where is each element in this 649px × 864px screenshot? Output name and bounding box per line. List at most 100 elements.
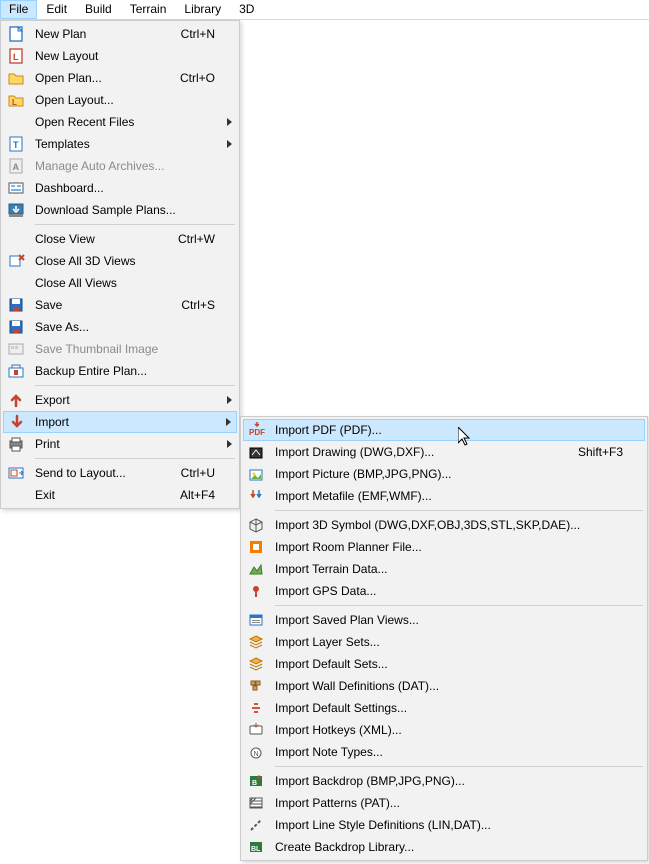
saveas-icon — [3, 316, 29, 338]
menu-item-label: New Layout — [29, 49, 223, 63]
menu-item-shortcut: Ctrl+O — [180, 71, 223, 85]
fileMenu-templates[interactable]: Templates — [3, 133, 237, 155]
menubar: FileEditBuildTerrainLibrary3D — [0, 0, 649, 20]
importMenu-import-saved-plan-views[interactable]: Import Saved Plan Views... — [243, 609, 645, 631]
menubar-3d[interactable]: 3D — [230, 0, 263, 19]
fileMenu-backup-entire-plan[interactable]: Backup Entire Plan... — [3, 360, 237, 382]
imp-gps-icon — [243, 580, 269, 602]
menu-item-label: Import Backdrop (BMP,JPG,PNG)... — [269, 774, 631, 788]
imp-pattern-icon — [243, 792, 269, 814]
fileMenu-close-all-3d-views[interactable]: Close All 3D Views — [3, 250, 237, 272]
imp-pic-icon — [243, 463, 269, 485]
importMenu-import-gps-data[interactable]: Import GPS Data... — [243, 580, 645, 602]
importMenu-import-drawing-dwg-dxf[interactable]: Import Drawing (DWG,DXF)...Shift+F3 — [243, 441, 645, 463]
menu-item-label: Templates — [29, 137, 223, 151]
fileMenu-save[interactable]: SaveCtrl+S — [3, 294, 237, 316]
importMenu-import-wall-definitions-dat[interactable]: Import Wall Definitions (DAT)... — [243, 675, 645, 697]
imp-wall-icon — [243, 675, 269, 697]
menu-item-label: Import — [29, 415, 222, 429]
blank-icon — [3, 272, 29, 294]
menu-item-label: Save — [29, 298, 181, 312]
importMenu-create-backdrop-library[interactable]: Create Backdrop Library... — [243, 836, 645, 858]
menubar-library[interactable]: Library — [175, 0, 230, 19]
menu-item-shortcut: Ctrl+W — [178, 232, 223, 246]
fileMenu-download-sample-plans[interactable]: Download Sample Plans... — [3, 199, 237, 221]
save-icon — [3, 294, 29, 316]
menu-item-shortcut: Ctrl+U — [181, 466, 223, 480]
fileMenu-send-to-layout[interactable]: Send to Layout...Ctrl+U — [3, 462, 237, 484]
menubar-edit[interactable]: Edit — [37, 0, 76, 19]
templates-icon — [3, 133, 29, 155]
importMenu-import-patterns-pat[interactable]: Import Patterns (PAT)... — [243, 792, 645, 814]
submenu-arrow-icon — [223, 440, 237, 448]
menu-separator — [275, 510, 643, 511]
fileMenu-exit[interactable]: ExitAlt+F4 — [3, 484, 237, 506]
menu-item-label: Open Plan... — [29, 71, 180, 85]
fileMenu-new-plan[interactable]: New PlanCtrl+N — [3, 23, 237, 45]
fileMenu-new-layout[interactable]: New Layout — [3, 45, 237, 67]
fileMenu-open-plan[interactable]: Open Plan...Ctrl+O — [3, 67, 237, 89]
fileMenu-print[interactable]: Print — [3, 433, 237, 455]
imp-pdf-icon — [244, 419, 269, 441]
fileMenu-close-view[interactable]: Close ViewCtrl+W — [3, 228, 237, 250]
menu-item-label: Exit — [29, 488, 180, 502]
importMenu-import-default-settings[interactable]: Import Default Settings... — [243, 697, 645, 719]
thumb-icon — [3, 338, 29, 360]
menu-item-label: Save As... — [29, 320, 223, 334]
importMenu-import-backdrop-bmp-jpg-png[interactable]: Import Backdrop (BMP,JPG,PNG)... — [243, 770, 645, 792]
menu-item-label: Import PDF (PDF)... — [269, 423, 630, 437]
importMenu-import-default-sets[interactable]: Import Default Sets... — [243, 653, 645, 675]
menu-item-label: Close All 3D Views — [29, 254, 223, 268]
menu-separator — [275, 605, 643, 606]
export-icon — [3, 389, 29, 411]
menu-item-label: Import Note Types... — [269, 745, 631, 759]
importMenu-import-picture-bmp-jpg-png[interactable]: Import Picture (BMP,JPG,PNG)... — [243, 463, 645, 485]
submenu-arrow-icon — [222, 418, 236, 426]
auto-archive-icon — [3, 155, 29, 177]
imp-note-icon — [243, 741, 269, 763]
fileMenu-export[interactable]: Export — [3, 389, 237, 411]
imp-defset-icon — [243, 697, 269, 719]
importMenu-import-layer-sets[interactable]: Import Layer Sets... — [243, 631, 645, 653]
menu-item-label: Import Drawing (DWG,DXF)... — [269, 445, 578, 459]
fileMenu-close-all-views[interactable]: Close All Views — [3, 272, 237, 294]
menu-item-label: Import Wall Definitions (DAT)... — [269, 679, 631, 693]
menu-item-shortcut: Alt+F4 — [180, 488, 223, 502]
menu-item-label: Import Layer Sets... — [269, 635, 631, 649]
sendlayout-icon — [3, 462, 29, 484]
imp-layers-icon — [243, 631, 269, 653]
menu-separator — [275, 766, 643, 767]
importMenu-import-note-types[interactable]: Import Note Types... — [243, 741, 645, 763]
fileMenu-dashboard[interactable]: Dashboard... — [3, 177, 237, 199]
fileMenu-save-as[interactable]: Save As... — [3, 316, 237, 338]
importMenu-import-3d-symbol-dwg-dxf-obj-3ds-stl-skp-dae[interactable]: Import 3D Symbol (DWG,DXF,OBJ,3DS,STL,SK… — [243, 514, 645, 536]
menu-item-label: New Plan — [29, 27, 181, 41]
menu-item-label: Save Thumbnail Image — [29, 342, 223, 356]
menu-item-label: Import Saved Plan Views... — [269, 613, 631, 627]
menubar-file[interactable]: File — [0, 0, 37, 19]
submenu-arrow-icon — [223, 140, 237, 148]
menu-item-label: Send to Layout... — [29, 466, 181, 480]
importMenu-import-line-style-definitions-lin-dat[interactable]: Import Line Style Definitions (LIN,DAT).… — [243, 814, 645, 836]
menubar-build[interactable]: Build — [76, 0, 121, 19]
imp-backdrop-icon — [243, 770, 269, 792]
menu-item-label: Import Hotkeys (XML)... — [269, 723, 631, 737]
menu-item-label: Import 3D Symbol (DWG,DXF,OBJ,3DS,STL,SK… — [269, 518, 631, 532]
menu-item-label: Print — [29, 437, 223, 451]
imp-line-icon — [243, 814, 269, 836]
menu-item-label: Import Metafile (EMF,WMF)... — [269, 489, 631, 503]
menubar-terrain[interactable]: Terrain — [121, 0, 176, 19]
fileMenu-save-thumbnail-image: Save Thumbnail Image — [3, 338, 237, 360]
fileMenu-import[interactable]: Import — [3, 411, 237, 433]
fileMenu-open-layout[interactable]: Open Layout... — [3, 89, 237, 111]
imp-views-icon — [243, 609, 269, 631]
importMenu-import-terrain-data[interactable]: Import Terrain Data... — [243, 558, 645, 580]
importMenu-import-metafile-emf-wmf[interactable]: Import Metafile (EMF,WMF)... — [243, 485, 645, 507]
menu-item-label: Dashboard... — [29, 181, 223, 195]
importMenu-import-room-planner-file[interactable]: Import Room Planner File... — [243, 536, 645, 558]
new-plan-icon — [3, 23, 29, 45]
importMenu-import-pdf-pdf[interactable]: Import PDF (PDF)... — [243, 419, 645, 441]
importMenu-import-hotkeys-xml[interactable]: Import Hotkeys (XML)... — [243, 719, 645, 741]
submenu-arrow-icon — [223, 396, 237, 404]
fileMenu-open-recent-files[interactable]: Open Recent Files — [3, 111, 237, 133]
